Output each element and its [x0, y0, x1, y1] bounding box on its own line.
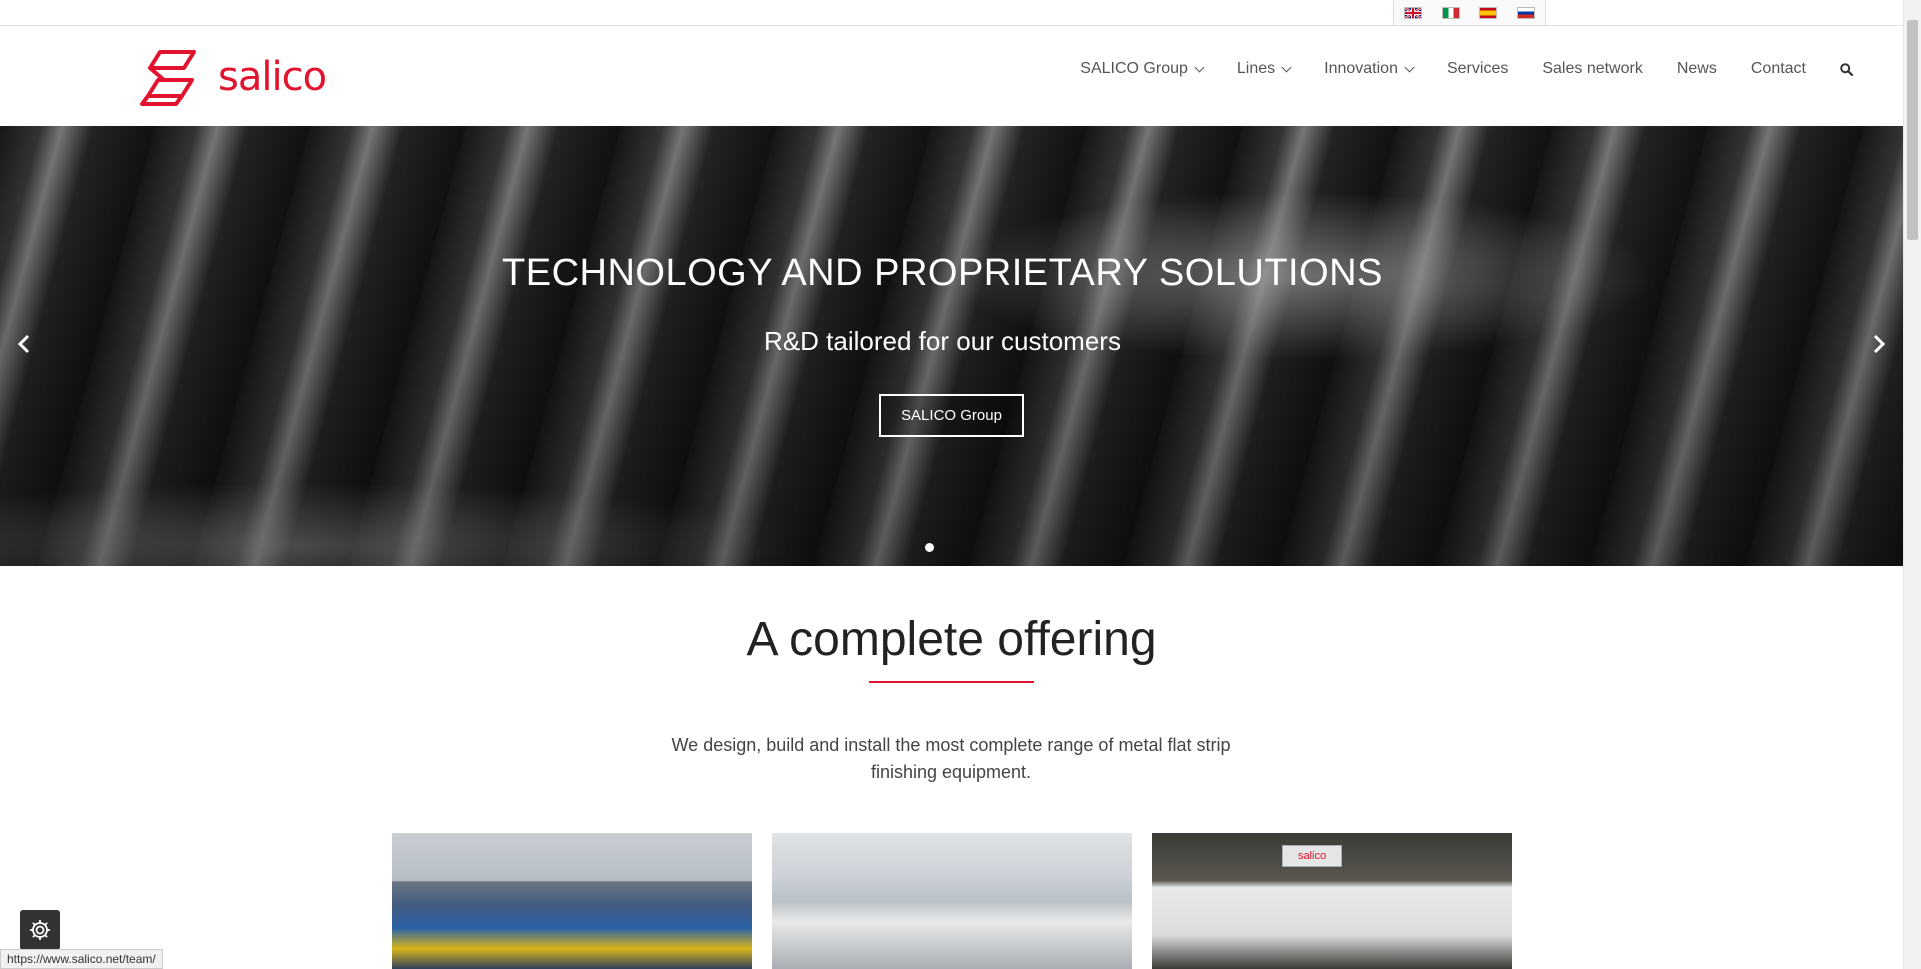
nav-label: SALICO Group — [1080, 60, 1188, 77]
language-switcher — [1393, 0, 1546, 26]
scrollbar-thumb[interactable] — [1907, 20, 1918, 240]
hero-title: TECHNOLOGY AND PROPRIETARY SOLUTIONS — [502, 252, 1383, 294]
nav-label: News — [1676, 60, 1717, 77]
slider-dot-active[interactable] — [925, 543, 934, 552]
hero-subtitle: R&D tailored for our customers — [764, 326, 1121, 356]
status-url: https://www.salico.net/team/ — [0, 949, 163, 969]
gear-icon — [30, 920, 50, 940]
nav-services[interactable]: Services — [1447, 60, 1508, 78]
nav-contact[interactable]: Contact — [1751, 60, 1806, 78]
nav-salico-group[interactable]: SALICO Group — [1080, 60, 1205, 78]
offering-tile-2[interactable] — [772, 833, 1132, 969]
search-icon — [1840, 62, 1853, 76]
chevron-right-icon[interactable] — [1867, 333, 1889, 355]
nav-lines[interactable]: Lines — [1236, 60, 1292, 78]
site-header: salico SALICO Group Lines Innovation Ser… — [0, 26, 1903, 126]
hero-slider: TECHNOLOGY AND PROPRIETARY SOLUTIONS R&D… — [0, 126, 1903, 566]
language-bar — [0, 0, 1903, 26]
nav-label: Lines — [1236, 60, 1276, 77]
brand-name: salico — [218, 54, 327, 100]
nav-news[interactable]: News — [1677, 60, 1717, 78]
section-title: A complete offering — [746, 613, 1157, 666]
offering-tile-1[interactable] — [392, 833, 752, 969]
nav-label: Services — [1446, 60, 1509, 77]
flag-it-icon[interactable] — [1441, 6, 1460, 19]
settings-button[interactable] — [20, 910, 60, 950]
nav-label: Sales network — [1542, 60, 1643, 77]
title-underline — [869, 681, 1034, 683]
flag-en-icon[interactable] — [1403, 6, 1422, 19]
flag-ru-icon[interactable] — [1517, 6, 1536, 19]
chevron-left-icon[interactable] — [14, 333, 36, 355]
nav-innovation[interactable]: Innovation — [1324, 60, 1415, 78]
page-scrollbar[interactable] — [1903, 0, 1921, 969]
hero-content: TECHNOLOGY AND PROPRIETARY SOLUTIONS R&D… — [0, 126, 1903, 566]
chevron-down-icon — [1194, 62, 1205, 72]
nav-label: Innovation — [1324, 60, 1398, 77]
hero-cta-button[interactable]: SALICO Group — [879, 394, 1024, 437]
offering-tile-3[interactable]: salico — [1152, 833, 1512, 969]
flag-es-icon[interactable] — [1479, 6, 1498, 19]
chevron-down-icon — [1404, 62, 1415, 72]
chevron-down-icon — [1281, 62, 1292, 72]
logo[interactable]: salico — [140, 46, 327, 108]
nav-sales-network[interactable]: Sales network — [1542, 60, 1643, 78]
offering-tiles: salico — [392, 833, 1512, 969]
nav-label: Contact — [1750, 60, 1806, 77]
tile-logo-badge: salico — [1282, 845, 1342, 867]
search-button[interactable] — [1840, 62, 1853, 76]
main-nav: SALICO Group Lines Innovation Services S… — [1080, 60, 1853, 78]
logo-mark-icon — [140, 50, 196, 106]
section-description: We design, build and install the most co… — [671, 735, 1231, 782]
